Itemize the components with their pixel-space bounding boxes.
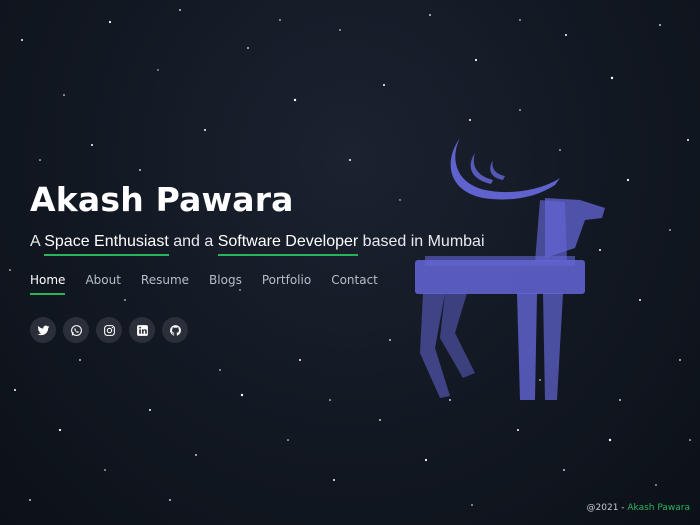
footer-prefix: @2021 - — [586, 503, 628, 513]
nav-contact[interactable]: Contact — [331, 273, 378, 295]
hero-name: Akash Pawara — [30, 180, 294, 219]
whatsapp-link[interactable] — [63, 317, 89, 343]
whatsapp-icon — [70, 324, 82, 336]
linkedin-link[interactable] — [129, 317, 155, 343]
linkedin-icon — [136, 324, 148, 336]
nav-about[interactable]: About — [85, 273, 120, 295]
instagram-link[interactable] — [96, 317, 122, 343]
twitter-icon — [37, 325, 49, 335]
tagline-highlight-space: Space Enthusiast — [44, 233, 169, 256]
social-links — [30, 317, 485, 343]
tagline-highlight-developer: Software Developer — [217, 233, 359, 256]
main-nav: Home About Resume Blogs Portfolio Contac… — [30, 273, 485, 295]
instagram-icon — [103, 324, 115, 336]
hero-section: Akash Pawara A Space Enthusiast and a So… — [30, 180, 485, 343]
tagline-middle: and a — [168, 233, 218, 250]
tagline-prefix: A — [30, 233, 45, 250]
github-link[interactable] — [162, 317, 188, 343]
nav-resume[interactable]: Resume — [141, 273, 189, 295]
hero-tagline: A Space Enthusiast and a Software Develo… — [30, 233, 485, 256]
twitter-link[interactable] — [30, 317, 56, 343]
footer-author-link[interactable]: Akash Pawara — [627, 503, 690, 513]
github-icon — [169, 324, 181, 336]
footer-credit: @2021 - Akash Pawara — [587, 503, 690, 513]
nav-blogs[interactable]: Blogs — [209, 273, 242, 295]
tagline-suffix: based in Mumbai — [358, 233, 485, 250]
nav-portfolio[interactable]: Portfolio — [262, 273, 311, 295]
nav-home[interactable]: Home — [30, 273, 66, 295]
